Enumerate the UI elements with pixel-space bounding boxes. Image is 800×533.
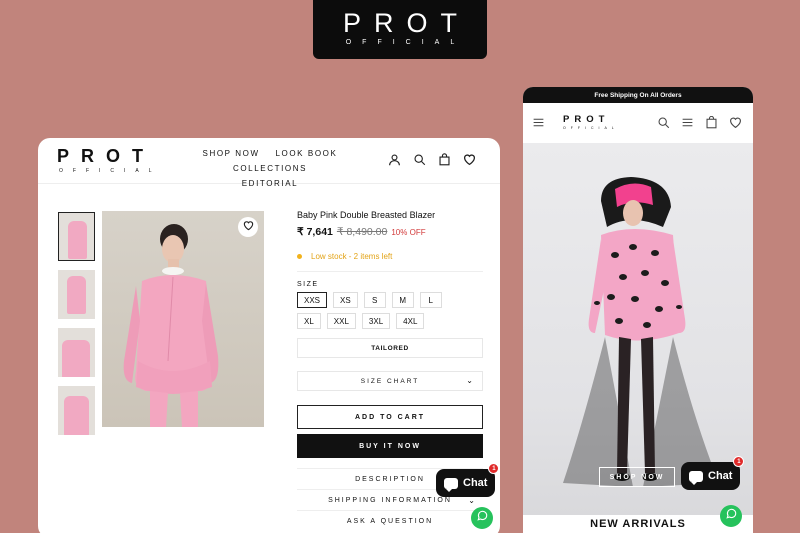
mobile-logo-tagline: OFFICIAL bbox=[563, 126, 619, 130]
mobile-logo[interactable]: PROT OFFICIAL bbox=[563, 114, 619, 131]
size-option-s[interactable]: S bbox=[363, 292, 386, 308]
size-option-3xl[interactable]: 3XL bbox=[361, 313, 391, 329]
desktop-logo[interactable]: PROT OFFICIAL bbox=[57, 147, 162, 174]
whatsapp-icon bbox=[725, 507, 737, 525]
heart-icon bbox=[243, 218, 254, 236]
size-chart-label: SIZE CHART bbox=[360, 377, 420, 385]
discount-label: 10% OFF bbox=[391, 228, 426, 237]
size-option-xl[interactable]: XL bbox=[297, 313, 321, 329]
desktop-header-icons bbox=[388, 153, 476, 166]
desktop-product-page: PROT OFFICIAL SHOP NOW LOOK BOOK COLLECT… bbox=[38, 138, 500, 533]
price-row: ₹ 7,641 ₹ 8,490.00 10% OFF bbox=[297, 226, 483, 238]
chat-widget-button[interactable]: Chat 1 bbox=[436, 463, 500, 497]
brand-logo-badge: PROT OFFICIAL bbox=[313, 0, 487, 59]
accordion-label: ASK A QUESTION bbox=[346, 517, 434, 525]
search-icon[interactable] bbox=[657, 116, 670, 129]
cart-icon[interactable] bbox=[438, 153, 451, 166]
size-option-xxs[interactable]: XXS bbox=[297, 292, 328, 308]
desktop-header: PROT OFFICIAL SHOP NOW LOOK BOOK COLLECT… bbox=[38, 138, 500, 188]
product-thumbnails bbox=[58, 212, 96, 444]
product-thumbnail[interactable] bbox=[58, 212, 95, 261]
mobile-header: PROT OFFICIAL bbox=[523, 103, 753, 143]
product-thumbnail[interactable] bbox=[58, 270, 95, 319]
desktop-logo-text: PROT bbox=[57, 146, 156, 166]
mobile-logo-text: PROT bbox=[563, 114, 610, 125]
chat-label: Chat bbox=[708, 470, 733, 482]
size-label: SIZE bbox=[297, 281, 319, 288]
whatsapp-icon bbox=[476, 509, 488, 527]
desktop-nav: SHOP NOW LOOK BOOK COLLECTIONS EDITORIAL bbox=[160, 146, 380, 191]
search-icon[interactable] bbox=[413, 153, 426, 166]
brand-logo-tagline: OFFICIAL bbox=[345, 39, 466, 46]
hamburger-menu-icon[interactable] bbox=[532, 116, 545, 129]
whatsapp-button[interactable] bbox=[471, 507, 493, 529]
mobile-chat-widget-button[interactable]: Chat 1 bbox=[681, 456, 745, 490]
product-thumbnail[interactable] bbox=[58, 386, 95, 435]
chat-label: Chat bbox=[463, 477, 488, 489]
size-chart-toggle[interactable]: SIZE CHART ⌄ bbox=[297, 371, 483, 391]
size-option-xs[interactable]: XS bbox=[333, 292, 358, 308]
nav-look-book[interactable]: LOOK BOOK bbox=[275, 149, 337, 158]
product-thumbnail[interactable] bbox=[58, 328, 95, 377]
new-arrivals-heading: NEW ARRIVALS bbox=[523, 515, 753, 533]
model-in-hooded-outfit-illustration bbox=[563, 177, 719, 487]
announcement-bar: Free Shipping On All Orders bbox=[523, 87, 753, 103]
current-price: ₹ 7,641 bbox=[297, 226, 333, 238]
accordion-label: DESCRIPTION bbox=[355, 475, 425, 483]
accordion-label: SHIPPING INFORMATION bbox=[328, 496, 452, 504]
brand-logo-text: PROT bbox=[342, 8, 470, 38]
size-option-l[interactable]: L bbox=[419, 292, 442, 308]
chevron-down-icon: ⌄ bbox=[466, 376, 475, 385]
chat-bubble-icon bbox=[444, 477, 458, 492]
stock-text: Low stock - 2 items left bbox=[311, 252, 393, 261]
fit-option-tailored[interactable]: TAILORED bbox=[297, 338, 483, 358]
mobile-header-icons bbox=[657, 116, 742, 129]
add-to-cart-button[interactable]: ADD TO CART bbox=[297, 405, 483, 429]
wishlist-heart-icon[interactable] bbox=[463, 153, 476, 166]
original-price: ₹ 8,490.00 bbox=[336, 226, 388, 238]
nav-collections[interactable]: COLLECTIONS bbox=[233, 164, 307, 173]
nav-shop-now[interactable]: SHOP NOW bbox=[203, 149, 260, 158]
size-option-xxl[interactable]: XXL bbox=[326, 313, 356, 329]
shop-now-button[interactable]: SHOP NOW bbox=[599, 467, 675, 487]
hero-banner[interactable]: SHOP NOW bbox=[523, 143, 753, 515]
stock-status: Low stock - 2 items left bbox=[297, 252, 483, 272]
add-to-wishlist-button[interactable] bbox=[238, 217, 258, 237]
chat-bubble-icon bbox=[689, 470, 703, 485]
product-title: Baby Pink Double Breasted Blazer bbox=[297, 210, 436, 220]
wishlist-heart-icon[interactable] bbox=[729, 116, 742, 129]
account-icon[interactable] bbox=[388, 153, 401, 166]
stock-dot-icon bbox=[297, 254, 302, 260]
nav-editorial[interactable]: EDITORIAL bbox=[242, 179, 299, 188]
mobile-whatsapp-button[interactable] bbox=[720, 505, 742, 527]
product-main-image[interactable] bbox=[102, 211, 264, 427]
buy-it-now-button[interactable]: BUY IT NOW bbox=[297, 434, 483, 458]
size-options: XXS XS S M L XL XXL 3XL 4XL bbox=[297, 292, 467, 329]
model-in-pink-blazer-illustration bbox=[123, 224, 219, 427]
menu-lines-icon[interactable] bbox=[681, 116, 694, 129]
cart-icon[interactable] bbox=[705, 116, 718, 129]
size-option-m[interactable]: M bbox=[391, 292, 414, 308]
accordion-ask-a-question[interactable]: ASK A QUESTION bbox=[297, 510, 483, 531]
desktop-logo-tagline: OFFICIAL bbox=[59, 168, 162, 174]
size-option-4xl[interactable]: 4XL bbox=[396, 313, 425, 329]
